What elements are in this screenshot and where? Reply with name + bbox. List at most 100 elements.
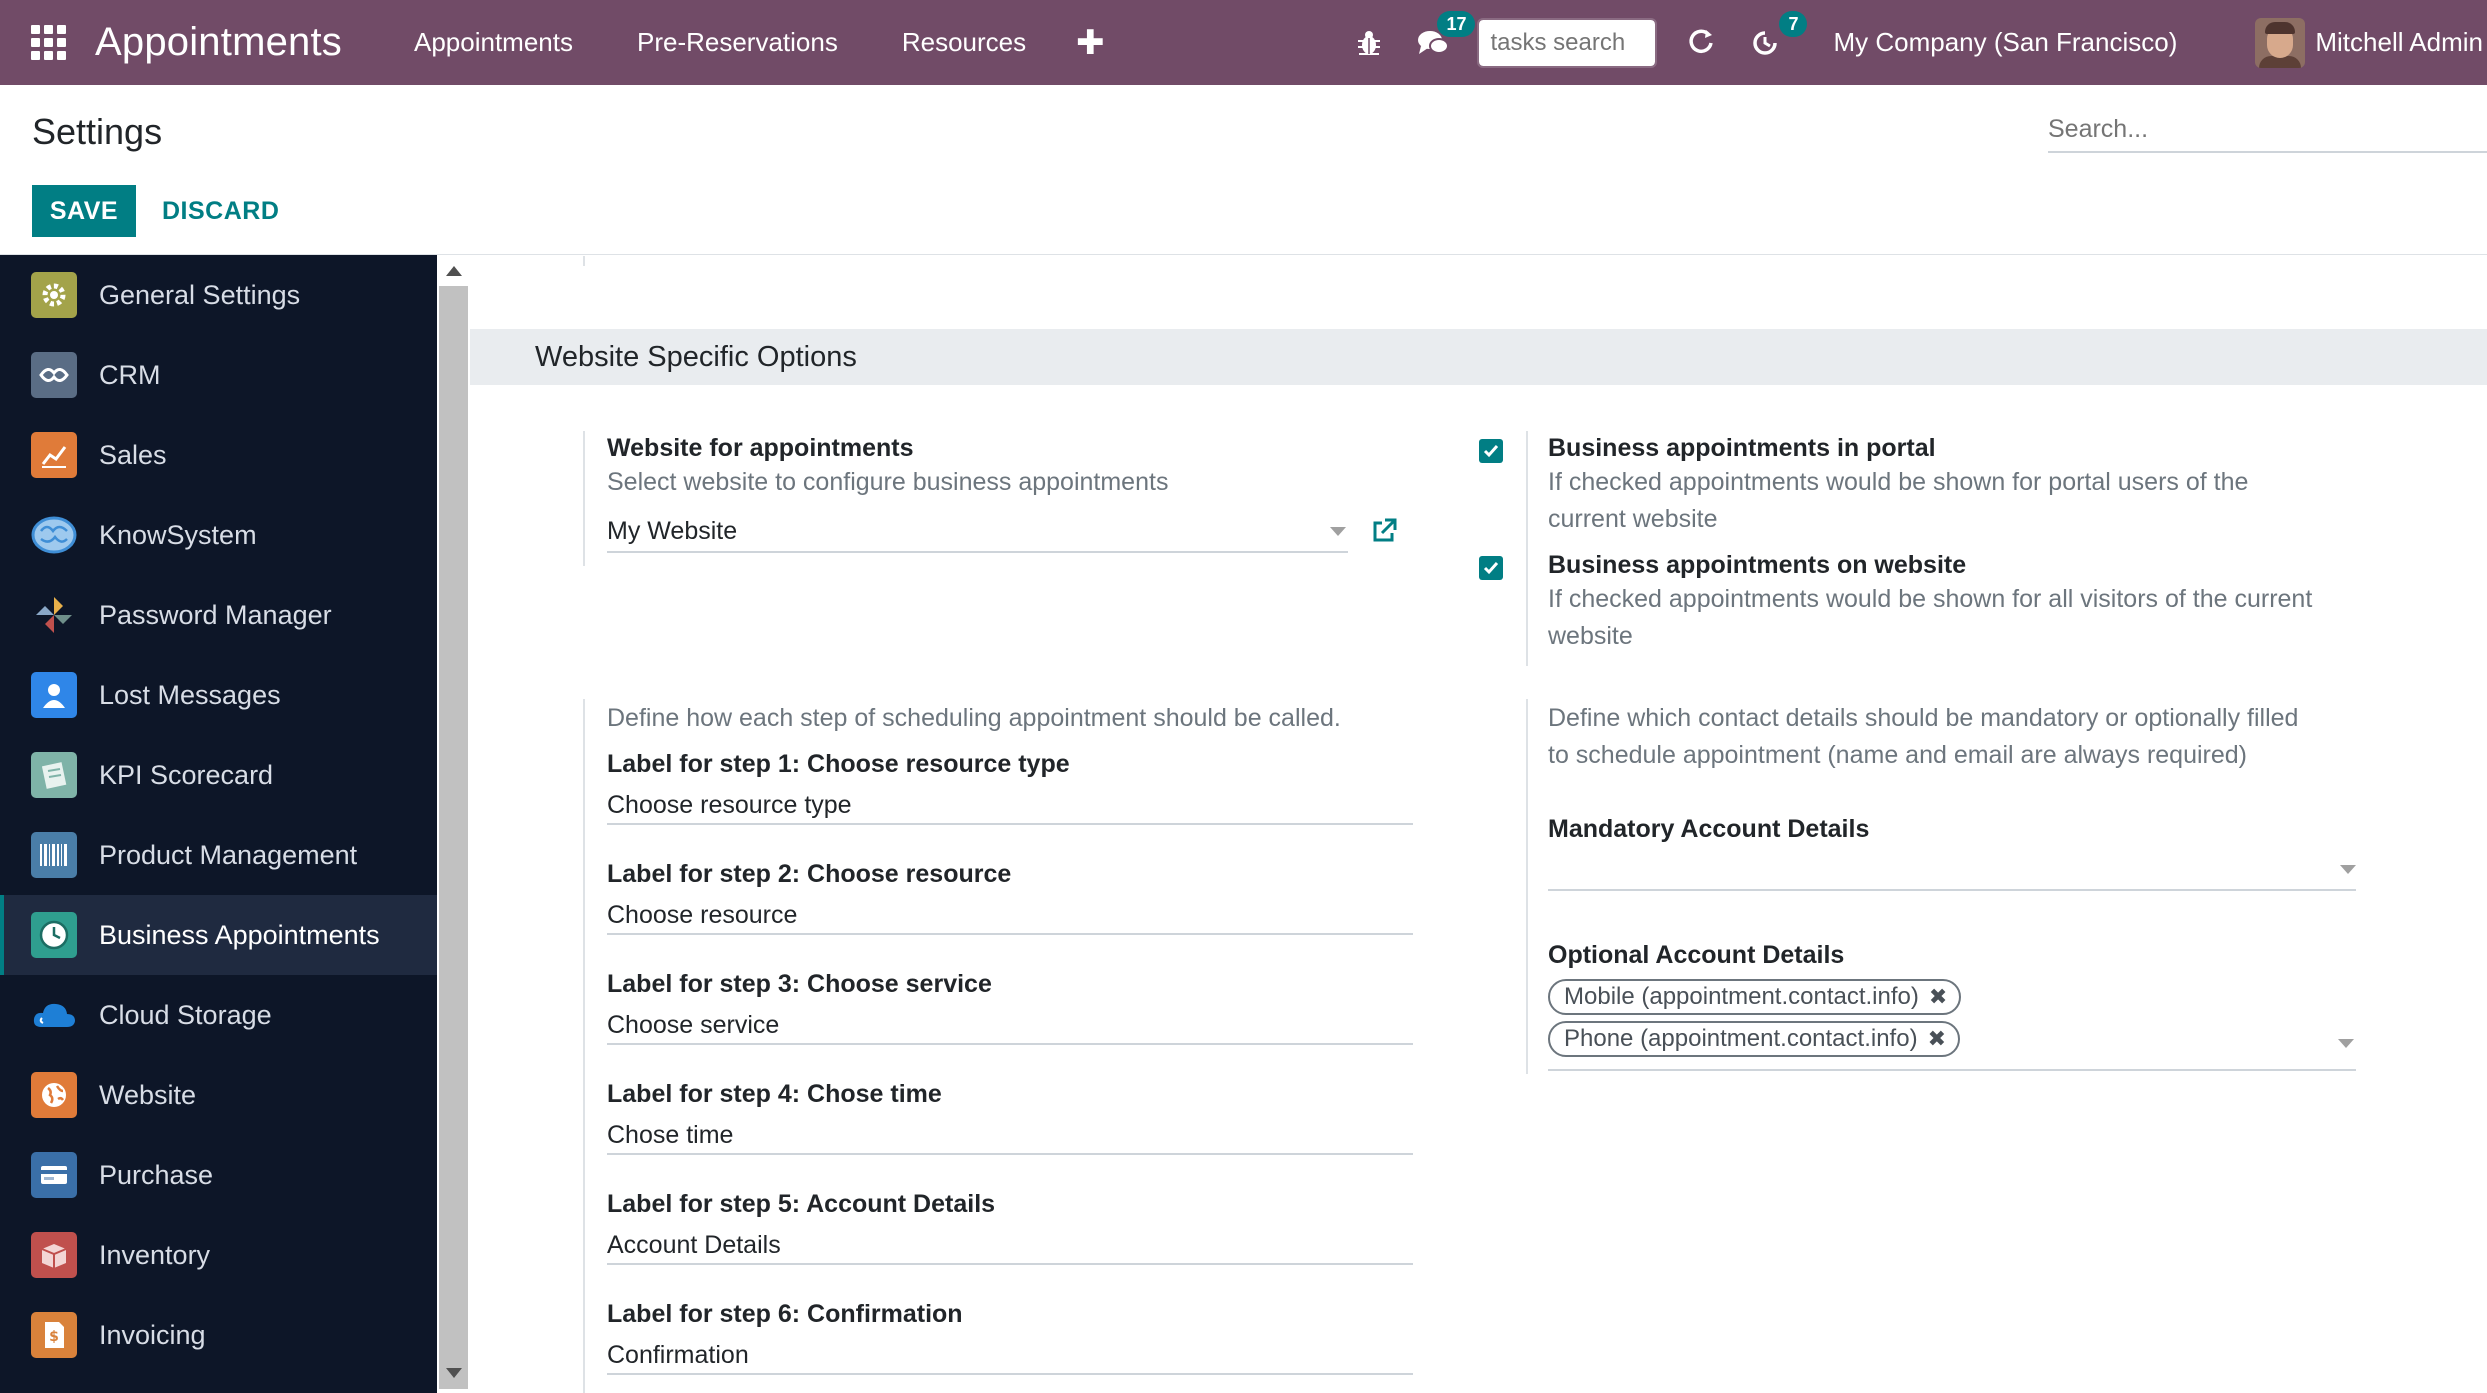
external-link-icon[interactable] — [1370, 517, 1398, 545]
sidebar-item-kpi-scorecard[interactable]: KPI Scorecard — [0, 735, 437, 815]
optional-details-select[interactable]: Mobile (appointment.contact.info) ✖ Phon… — [1548, 979, 2356, 1071]
step-4-label: Label for step 4: Chose time — [607, 1080, 942, 1108]
barcode-icon — [31, 832, 77, 878]
website-setting-help: Select website to configure business app… — [607, 468, 1169, 496]
remove-tag-icon[interactable]: ✖ — [1929, 984, 1947, 1010]
sidebar-item-knowsystem[interactable]: KnowSystem — [0, 495, 437, 575]
step-3: Label for step 3: Choose service Choose … — [607, 969, 1413, 1045]
mandatory-details-label: Mandatory Account Details — [1548, 815, 1870, 843]
step-2: Label for step 2: Choose resource Choose… — [607, 859, 1413, 935]
portal-checkbox[interactable] — [1479, 439, 1503, 463]
sidebar-item-website[interactable]: Website — [0, 1055, 437, 1135]
sidebar-item-label: KPI Scorecard — [99, 759, 274, 790]
website-visibility-help-2: website — [1548, 622, 1633, 650]
step-4: Label for step 4: Chose time Chose time — [607, 1079, 1413, 1155]
contact-help-1: Define which contact details should be m… — [1548, 704, 2299, 732]
portal-setting-help-2: current website — [1548, 505, 1718, 533]
chevron-down-icon — [2338, 1039, 2354, 1048]
step-5-input[interactable]: Account Details — [607, 1225, 1413, 1265]
step-5-label: Label for step 5: Account Details — [607, 1190, 996, 1218]
website-visibility-checkbox[interactable] — [1479, 556, 1503, 580]
mandatory-details-select[interactable] — [1548, 849, 2356, 891]
sidebar-item-label: Business Appointments — [99, 919, 380, 950]
scroll-up-arrow-icon[interactable] — [446, 266, 462, 276]
step-1-input[interactable]: Choose resource type — [607, 785, 1413, 825]
clock-icon — [31, 912, 77, 958]
app-title[interactable]: Appointments — [95, 20, 342, 65]
sidebar-item-purchase[interactable]: Purchase — [0, 1135, 437, 1215]
sidebar-item-sales[interactable]: Sales — [0, 415, 437, 495]
sidebar-item-inventory[interactable]: Inventory — [0, 1215, 437, 1295]
company-switcher[interactable]: My Company (San Francisco) — [1833, 27, 2177, 58]
previous-setting-border — [583, 256, 585, 266]
sidebar-item-label: CRM — [99, 359, 161, 390]
globe-icon — [31, 1072, 77, 1118]
step-3-input[interactable]: Choose service — [607, 1005, 1413, 1045]
sidebar-item-crm[interactable]: CRM — [0, 335, 437, 415]
app-grid-icon[interactable] — [31, 25, 67, 61]
tasks-search-input[interactable] — [1477, 17, 1658, 68]
website-visibility-help-1: If checked appointments would be shown f… — [1548, 585, 2313, 613]
remove-tag-icon[interactable]: ✖ — [1928, 1026, 1946, 1052]
sidebar-item-lost-messages[interactable]: Lost Messages — [0, 655, 437, 735]
contact-help-2: to schedule appointment (name and email … — [1548, 741, 2247, 769]
step-1-label: Label for step 1: Choose resource type — [607, 750, 1070, 778]
settings-content: Website Specific Options Website for app… — [470, 256, 2487, 1393]
sidebar-item-password-manager[interactable]: Password Manager — [0, 575, 437, 655]
step-4-input[interactable]: Chose time — [607, 1115, 1413, 1155]
step-1: Label for step 1: Choose resource type C… — [607, 749, 1413, 825]
tag-mobile: Mobile (appointment.contact.info) ✖ — [1548, 979, 1962, 1015]
website-setting-label: Website for appointments — [607, 434, 914, 462]
settings-search-input[interactable] — [2048, 107, 2487, 153]
step-2-input[interactable]: Choose resource — [607, 895, 1413, 935]
invoice-icon: $ — [31, 1312, 77, 1358]
messages-count-badge: 17 — [1437, 10, 1476, 37]
sidebar-item-label: Website — [99, 1079, 197, 1110]
sidebar-item-cloud-storage[interactable]: Cloud Storage — [0, 975, 437, 1055]
cloud-icon — [31, 992, 77, 1038]
tag-phone-label: Phone (appointment.contact.info) — [1564, 1025, 1918, 1052]
portal-visibility-setting: Business appointments in portal If check… — [1526, 431, 2426, 666]
messages-icon[interactable]: 17 — [1413, 10, 1476, 63]
save-button[interactable]: SAVE — [32, 185, 136, 237]
top-navbar: Appointments Appointments Pre-Reservatio… — [0, 0, 2487, 85]
chevron-down-icon — [2340, 864, 2356, 874]
scroll-down-arrow-icon[interactable] — [446, 1368, 462, 1378]
sidebar-item-business-appointments[interactable]: Business Appointments — [0, 895, 437, 975]
menu-pre-reservations[interactable]: Pre-Reservations — [605, 27, 870, 58]
optional-details-label: Optional Account Details — [1548, 941, 1845, 969]
sidebar-item-label: General Settings — [99, 279, 301, 310]
handshake-icon — [31, 352, 77, 398]
add-menu-icon[interactable]: ✚ — [1058, 23, 1123, 63]
website-select[interactable]: My Website — [607, 511, 1348, 553]
content-scrollbar[interactable] — [437, 255, 470, 1393]
tag-phone: Phone (appointment.contact.info) ✖ — [1548, 1021, 1960, 1057]
scorecard-icon — [31, 752, 77, 798]
menu-resources[interactable]: Resources — [870, 27, 1058, 58]
debug-bug-icon[interactable] — [1349, 23, 1389, 63]
refresh-icon[interactable] — [1681, 23, 1721, 63]
menu-appointments[interactable]: Appointments — [382, 27, 605, 58]
portal-setting-label: Business appointments in portal — [1548, 434, 1936, 462]
step-6-input[interactable]: Confirmation — [607, 1335, 1413, 1375]
scroll-thumb[interactable] — [439, 286, 468, 1389]
sidebar-item-general-settings[interactable]: General Settings — [0, 255, 437, 335]
sidebar-item-invoicing[interactable]: $ Invoicing — [0, 1295, 437, 1375]
sidebar-item-product-management[interactable]: Product Management — [0, 815, 437, 895]
activities-clock-icon[interactable]: 7 — [1745, 10, 1808, 63]
discard-button[interactable]: DISCARD — [150, 185, 291, 237]
section-title: Website Specific Options — [470, 329, 2487, 385]
chart-icon — [31, 432, 77, 478]
website-setting: Website for appointments Select website … — [583, 431, 1397, 566]
sidebar-item-label: Password Manager — [99, 599, 332, 630]
user-avatar[interactable] — [2255, 17, 2306, 68]
sidebar-item-label: Cloud Storage — [99, 999, 272, 1030]
sidebar-item-label: Invoicing — [99, 1319, 206, 1350]
user-menu[interactable]: Mitchell Admin — [2315, 27, 2483, 58]
user-icon — [31, 672, 77, 718]
portal-setting-help-1: If checked appointments would be shown f… — [1548, 468, 2249, 496]
website-select-value: My Website — [607, 516, 738, 545]
step-6: Label for step 6: Confirmation Confirmat… — [607, 1299, 1413, 1375]
tag-mobile-label: Mobile (appointment.contact.info) — [1564, 983, 1919, 1010]
card-icon — [31, 1152, 77, 1198]
